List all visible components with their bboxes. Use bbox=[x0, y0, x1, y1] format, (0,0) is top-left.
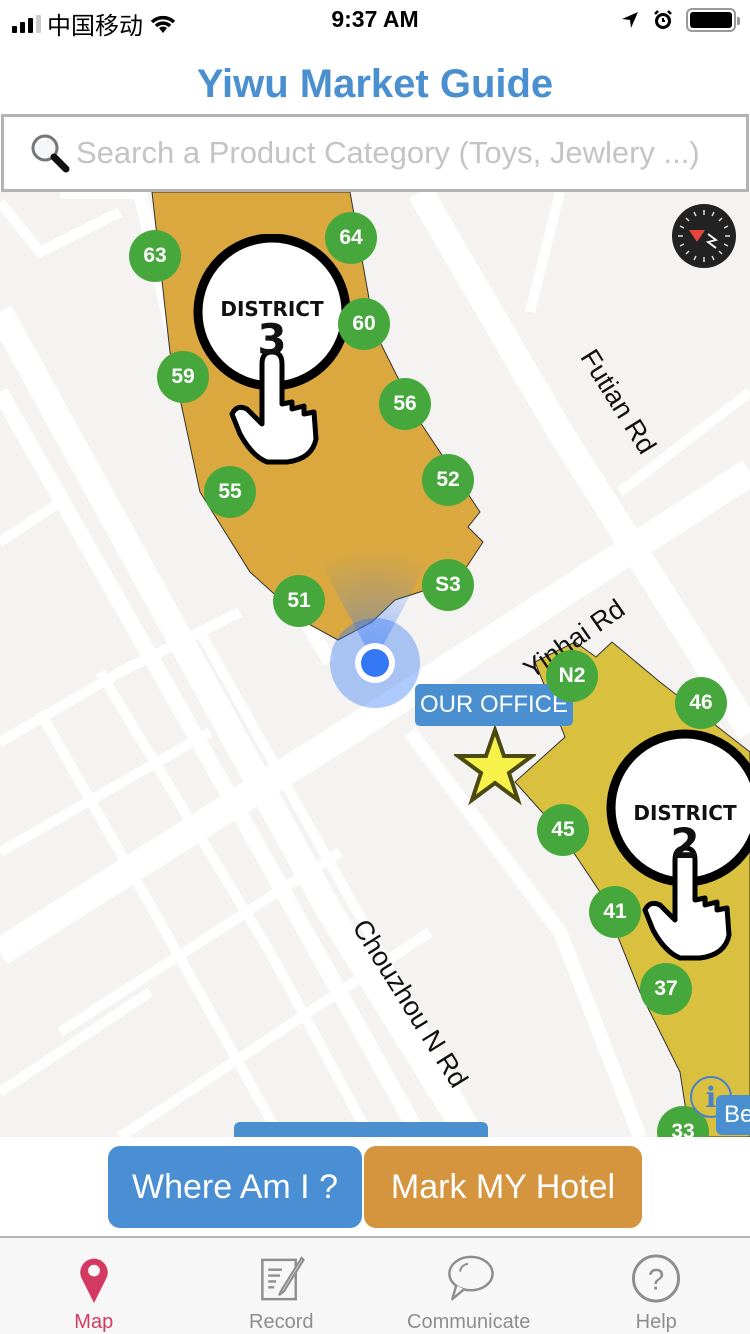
tab-bar: Map Record Communicate ? Help bbox=[0, 1236, 750, 1334]
location-arrow-icon bbox=[622, 12, 638, 28]
tab-label: Record bbox=[249, 1311, 314, 1333]
tab-communicate[interactable]: Communicate bbox=[375, 1238, 563, 1334]
map-view[interactable]: Futian Rd Yinhai Rd Chouzhou N Rd DISTRI… bbox=[0, 192, 750, 1137]
speech-bubble-icon bbox=[447, 1255, 494, 1301]
gate-marker[interactable]: 41 bbox=[589, 886, 641, 938]
svg-text:?: ? bbox=[648, 1263, 664, 1296]
action-bar: Where Am I ? Mark MY Hotel bbox=[0, 1137, 750, 1236]
info-icon: i bbox=[705, 1081, 717, 1114]
tab-map[interactable]: Map bbox=[0, 1238, 188, 1334]
alarm-icon bbox=[654, 10, 672, 29]
gate-marker[interactable]: 55 bbox=[204, 466, 256, 518]
user-location-dot[interactable] bbox=[330, 618, 420, 708]
gate-marker[interactable]: 60 bbox=[338, 298, 390, 350]
tab-help[interactable]: ? Help bbox=[563, 1238, 750, 1334]
where-am-i-button[interactable]: Where Am I ? bbox=[108, 1146, 362, 1228]
magnifier-icon bbox=[31, 134, 70, 173]
notepad-pencil-icon bbox=[261, 1256, 306, 1301]
tab-record[interactable]: Record bbox=[188, 1238, 376, 1334]
tab-label: Help bbox=[635, 1311, 677, 1333]
battery-icon bbox=[686, 8, 740, 32]
tab-label: Communicate bbox=[407, 1311, 531, 1333]
gate-marker[interactable]: 45 bbox=[537, 804, 589, 856]
gate-marker[interactable]: S3 bbox=[422, 559, 474, 611]
gate-marker[interactable]: 37 bbox=[640, 963, 692, 1015]
district-2-number: 2 bbox=[670, 819, 699, 868]
district-3-number: 3 bbox=[257, 315, 286, 364]
gate-marker[interactable]: 51 bbox=[273, 575, 325, 627]
gate-marker[interactable]: 59 bbox=[157, 351, 209, 403]
district-3-button[interactable]: DISTRICT 3 bbox=[192, 233, 362, 479]
poi-label-hotel[interactable] bbox=[234, 1122, 488, 1137]
status-bar: 中国移动 9:37 AM bbox=[0, 0, 750, 42]
mark-hotel-button[interactable]: Mark MY Hotel bbox=[364, 1146, 642, 1228]
district-2-button[interactable]: DISTRICT 2 bbox=[605, 720, 750, 985]
gate-marker[interactable]: 63 bbox=[129, 230, 181, 282]
gate-marker[interactable]: 52 bbox=[422, 454, 474, 506]
gate-marker[interactable]: 46 bbox=[675, 677, 727, 729]
tab-label: Map bbox=[74, 1311, 114, 1333]
gate-marker[interactable]: N2 bbox=[546, 650, 598, 702]
question-circle-icon: ? bbox=[632, 1254, 681, 1303]
page-title: Yiwu Market Guide bbox=[196, 62, 554, 106]
search-input[interactable] bbox=[76, 135, 736, 171]
office-star-icon[interactable] bbox=[454, 726, 536, 806]
gate-marker[interactable]: 56 bbox=[379, 378, 431, 430]
poi-label-partial[interactable]: Be bbox=[716, 1095, 750, 1135]
gate-marker[interactable]: 64 bbox=[325, 212, 377, 264]
compass-icon[interactable] bbox=[672, 204, 736, 268]
map-pin-icon bbox=[80, 1258, 108, 1304]
search-bar[interactable] bbox=[1, 114, 749, 192]
